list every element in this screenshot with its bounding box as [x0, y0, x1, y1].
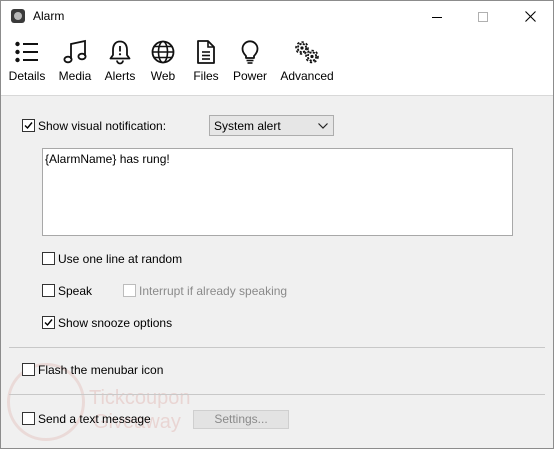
- alarm-window: Alarm Details Media Alerts Web Files Pow…: [0, 0, 554, 449]
- divider-2: [9, 394, 545, 395]
- minimize-button[interactable]: [414, 1, 460, 32]
- speak-checkbox[interactable]: [42, 284, 55, 297]
- toolbar-web-label: Web: [150, 69, 176, 83]
- close-icon: [524, 11, 536, 22]
- check-icon: [44, 319, 53, 327]
- list-icon: [15, 41, 38, 63]
- toolbar-files-label: Files: [193, 69, 219, 83]
- lightbulb-icon: [241, 40, 259, 64]
- window-title: Alarm: [33, 9, 65, 23]
- toolbar-advanced[interactable]: Advanced: [279, 39, 335, 91]
- flash-menubar-label: Flash the menubar icon: [38, 363, 164, 377]
- notification-message-textarea[interactable]: {AlarmName} has rung!: [42, 148, 513, 236]
- toolbar-details-label: Details: [8, 69, 46, 83]
- toolbar-details[interactable]: Details: [7, 39, 47, 91]
- music-note-icon: [63, 39, 87, 64]
- check-icon: [24, 122, 33, 130]
- toolbar-power-label: Power: [232, 69, 267, 83]
- maximize-icon: [478, 11, 488, 22]
- use-one-line-label: Use one line at random: [58, 252, 183, 266]
- title-bar: Alarm: [1, 1, 553, 32]
- close-button[interactable]: [507, 1, 553, 32]
- interrupt-speaking-label: Interrupt if already speaking: [139, 284, 288, 298]
- toolbar-media-label: Media: [58, 69, 92, 83]
- use-one-line-checkbox[interactable]: [42, 252, 55, 265]
- notification-type-value: System alert: [214, 119, 281, 133]
- send-text-checkbox[interactable]: [22, 412, 35, 425]
- notification-type-select[interactable]: System alert: [209, 115, 334, 136]
- settings-button[interactable]: Settings...: [193, 410, 289, 429]
- toolbar-files[interactable]: Files: [189, 39, 223, 91]
- speak-label: Speak: [58, 284, 93, 298]
- toolbar-power[interactable]: Power: [230, 39, 270, 91]
- interrupt-speaking-checkbox[interactable]: [123, 284, 136, 297]
- globe-icon: [151, 40, 175, 64]
- bell-icon: [109, 40, 131, 65]
- flash-menubar-checkbox[interactable]: [22, 363, 35, 376]
- minimize-icon: [432, 16, 442, 18]
- toolbar-web[interactable]: Web: [146, 39, 180, 91]
- toolbar-alerts[interactable]: Alerts: [102, 39, 138, 91]
- divider-1: [9, 347, 545, 348]
- show-visual-notification-label: Show visual notification:: [38, 119, 167, 133]
- document-icon: [197, 40, 215, 64]
- gears-icon: [295, 41, 319, 64]
- watermark-line1: Tickcoupon: [89, 387, 191, 409]
- toolbar-media[interactable]: Media: [56, 39, 94, 91]
- show-snooze-checkbox[interactable]: [42, 316, 55, 329]
- toolbar-advanced-label: Advanced: [280, 69, 334, 83]
- maximize-button[interactable]: [460, 1, 506, 32]
- chevron-down-icon: [318, 123, 328, 129]
- toolbar: Details Media Alerts Web Files Power Adv…: [1, 32, 553, 96]
- alarm-app-icon: [11, 9, 25, 23]
- show-visual-notification-checkbox[interactable]: [22, 119, 35, 132]
- send-text-label: Send a text message: [38, 412, 151, 426]
- toolbar-alerts-label: Alerts: [104, 69, 136, 83]
- show-snooze-label: Show snooze options: [58, 316, 173, 330]
